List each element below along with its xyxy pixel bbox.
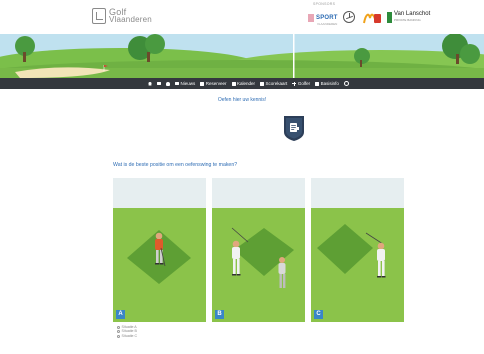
golfer-illustration-b xyxy=(212,178,305,322)
radio-a[interactable] xyxy=(117,325,120,329)
main-navigation: Nieuws Reserveer Kalender Scorekaart Gol… xyxy=(0,78,484,89)
option-card-a[interactable]: A xyxy=(113,178,206,322)
mercedes-logo-icon[interactable] xyxy=(343,11,355,23)
nav-kalender[interactable]: Kalender xyxy=(231,81,256,86)
nav-scorekaart[interactable]: Scorekaart xyxy=(260,81,287,86)
nav-profile[interactable] xyxy=(166,81,170,86)
banner-illustration xyxy=(0,34,484,78)
mail-icon xyxy=(157,82,161,85)
radio-b[interactable] xyxy=(117,330,120,334)
option-card-b[interactable]: B xyxy=(212,178,305,322)
user-icon xyxy=(166,81,170,86)
nav-home[interactable] xyxy=(148,81,152,86)
golf-course-banner xyxy=(0,34,484,78)
nav-basisinfo[interactable]: Basisinfo xyxy=(315,81,339,86)
nav-nieuws[interactable]: Nieuws xyxy=(175,81,195,86)
nav-label: Kalender xyxy=(237,81,256,86)
answer-radio-list: Situatie A Situatie B Situatie C xyxy=(117,325,137,338)
answer-text-c: Situatie C xyxy=(121,333,138,338)
scorecard-icon xyxy=(260,81,265,86)
sponsors-label: SPONSORS xyxy=(313,2,336,6)
car-icon xyxy=(315,81,320,86)
nav-label: Nieuws xyxy=(180,81,196,86)
nav-label: Scorekaart xyxy=(265,81,288,86)
golfer-illustration-c xyxy=(311,178,404,322)
nav-label: Basisinfo xyxy=(320,81,339,86)
news-icon xyxy=(175,82,179,85)
question-text: Wat is de beste positie om een oefenswin… xyxy=(113,162,238,168)
calendar-icon xyxy=(231,81,236,86)
nav-logout[interactable] xyxy=(343,81,349,86)
nav-label: Reserveer xyxy=(205,81,227,86)
power-icon xyxy=(343,81,349,86)
plus-icon xyxy=(292,81,297,86)
option-label-b: B xyxy=(215,310,224,319)
nav-golfer[interactable]: Golfer xyxy=(292,81,310,86)
logo-icon xyxy=(92,8,106,24)
nav-label: Golfer xyxy=(297,81,311,86)
sponsor-van-lanschot[interactable]: Van Lanschot PRIVATE BANKING xyxy=(387,11,430,23)
answer-options: A B C xyxy=(113,178,405,322)
practice-link[interactable]: Oefen hier uw kennis! xyxy=(0,97,484,103)
nav-mail[interactable] xyxy=(157,82,161,85)
calendar-icon xyxy=(200,81,205,86)
top-header: Golf Vlaanderen SPONSORS SPORT VLAANDERE… xyxy=(0,0,484,34)
van-lanschot-logo-icon xyxy=(387,11,392,23)
logo-line2: Vlaanderen xyxy=(109,15,152,24)
quiz-shield-icon xyxy=(284,116,304,141)
sport-logo-icon xyxy=(308,14,314,22)
answer-option-c[interactable]: Situatie C xyxy=(117,334,137,338)
sponsor-sport-vlaanderen[interactable]: SPORT xyxy=(308,14,338,22)
radio-c[interactable] xyxy=(117,334,120,338)
golfer-illustration-a xyxy=(113,178,206,322)
sponsor-sport-sub: VLAANDEREN xyxy=(317,22,338,26)
sponsor-logo-icon[interactable] xyxy=(362,11,382,24)
home-icon xyxy=(148,81,152,86)
option-card-c[interactable]: C xyxy=(311,178,404,322)
sponsor-vl-sub: PRIVATE BANKING xyxy=(394,18,421,22)
sponsor-sport-name: SPORT xyxy=(316,15,338,21)
golf-vlaanderen-logo[interactable]: Golf Vlaanderen xyxy=(92,8,152,24)
option-label-a: A xyxy=(116,310,125,319)
option-label-c: C xyxy=(314,310,323,319)
nav-reserveer[interactable]: Reserveer xyxy=(200,81,227,86)
